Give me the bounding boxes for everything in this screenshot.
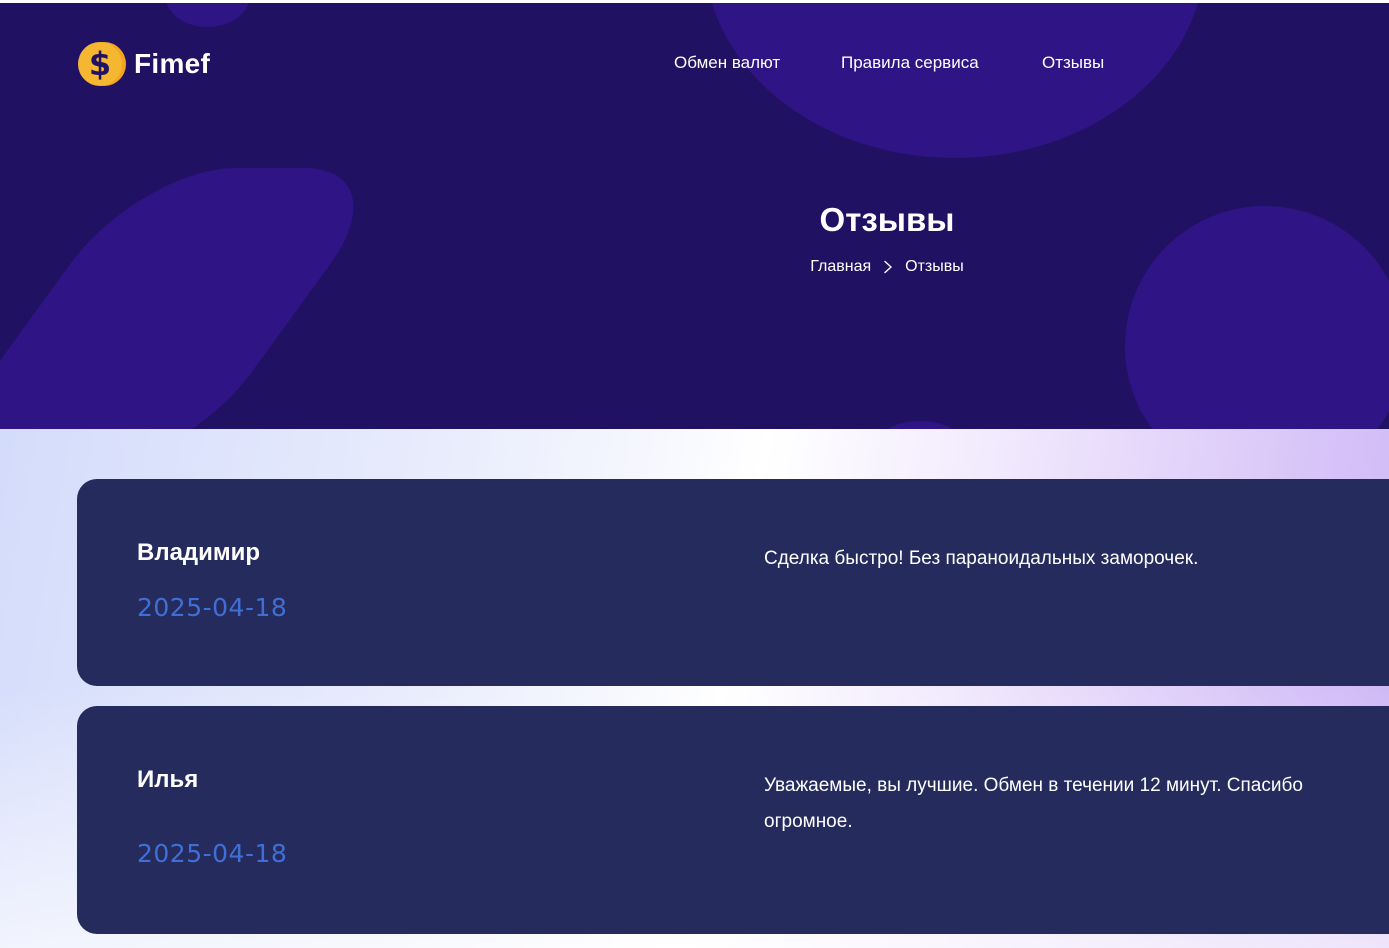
page-title: Отзывы <box>819 201 955 238</box>
nav-item-rules[interactable]: Правила сервиса <box>841 53 979 73</box>
nav-item-reviews[interactable]: Отзывы <box>1042 53 1104 73</box>
review-text: Сделка быстро! Без параноидальных заморо… <box>764 548 1199 569</box>
breadcrumb-current: Отзывы <box>905 258 964 275</box>
breadcrumb-home-link[interactable]: Главная <box>810 258 871 276</box>
decorative-shape-left <box>0 168 401 429</box>
reviews-section: Владимир 2025-04-18 Сделка быстро! Без п… <box>0 429 1389 948</box>
review-date: 2025-04-18 <box>137 593 288 622</box>
decorative-circle-right <box>1125 206 1389 429</box>
review-date: 2025-04-18 <box>137 839 288 868</box>
review-text: Уважаемые, вы лучшие. Обмен в течении 12… <box>764 775 1303 832</box>
review-author: Владимир <box>137 539 261 566</box>
main-nav: Обмен валют Правила сервиса Отзывы <box>0 53 1389 77</box>
chevron-right-icon <box>881 260 895 274</box>
decorative-circle-small <box>165 3 250 27</box>
review-card: Илья 2025-04-18 Уважаемые, вы лучшие. Об… <box>77 706 1389 934</box>
decorative-circle-top <box>705 3 1205 158</box>
nav-item-exchange[interactable]: Обмен валют <box>674 53 780 73</box>
hero-header: $ Fimef Обмен валют Правила сервиса Отзы… <box>0 3 1389 429</box>
review-author: Илья <box>137 766 199 793</box>
breadcrumb: Главная Отзывы <box>700 258 1074 276</box>
review-card: Владимир 2025-04-18 Сделка быстро! Без п… <box>77 479 1389 686</box>
decorative-circle-bottom <box>880 421 960 429</box>
